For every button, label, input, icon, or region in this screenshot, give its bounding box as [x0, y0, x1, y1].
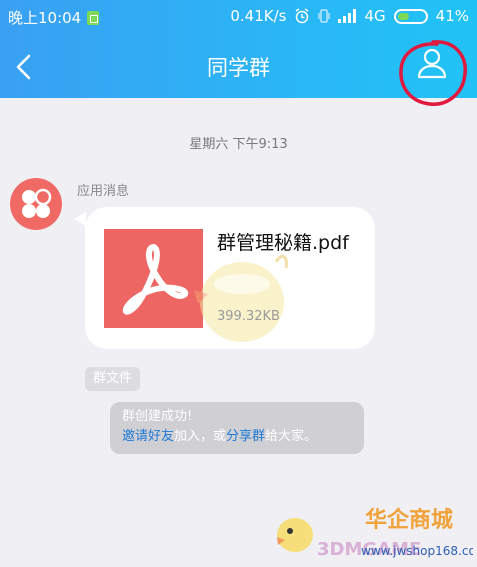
bubble-tail [74, 212, 86, 226]
message-timestamp: 星期六 下午9:13 [189, 137, 288, 152]
system-notice: 群创建成功! 邀请好友加入，或分享群给大家。 [110, 402, 364, 454]
network-speed: 0.41K/s [230, 7, 287, 25]
invite-friends-link[interactable]: 邀请好友 [122, 429, 174, 444]
battery-percent: 41% [435, 7, 469, 25]
notice-text-end: 给大家。 [265, 429, 318, 444]
clock: 晚上10:04 [8, 9, 82, 27]
group-files-tag[interactable]: 群文件 [85, 367, 141, 391]
app-message-avatar[interactable] [10, 178, 62, 230]
site-watermark: 华企商城 3DMGAME www.jwshop168.com [273, 501, 477, 563]
mascot-watermark-icon [194, 254, 288, 342]
notice-text-mid: 加入，或 [174, 429, 227, 444]
app-message-logo-icon [22, 188, 52, 218]
mascot-logo-icon [277, 518, 313, 552]
red-circle-annotation [399, 40, 467, 106]
vibrate-icon [318, 9, 331, 23]
sim-card-icon [87, 10, 100, 25]
battery-icon [393, 8, 428, 24]
watermark-site: www.jwshop168.com [361, 544, 473, 558]
share-group-link[interactable]: 分享群 [226, 429, 265, 444]
watermark-brand: 华企商城 [365, 507, 453, 533]
network-type: 4G [364, 7, 386, 25]
status-bar: 晚上10:04 0.41K/s 4G 41% [0, 0, 477, 32]
signal-icon [338, 9, 357, 23]
notice-line-2: 邀请好友加入，或分享群给大家。 [122, 427, 364, 447]
alarm-icon [296, 8, 309, 24]
sender-name: 应用消息 [77, 184, 130, 199]
notice-line-1: 群创建成功! [122, 409, 193, 424]
file-size: 399.32KB [217, 309, 280, 324]
